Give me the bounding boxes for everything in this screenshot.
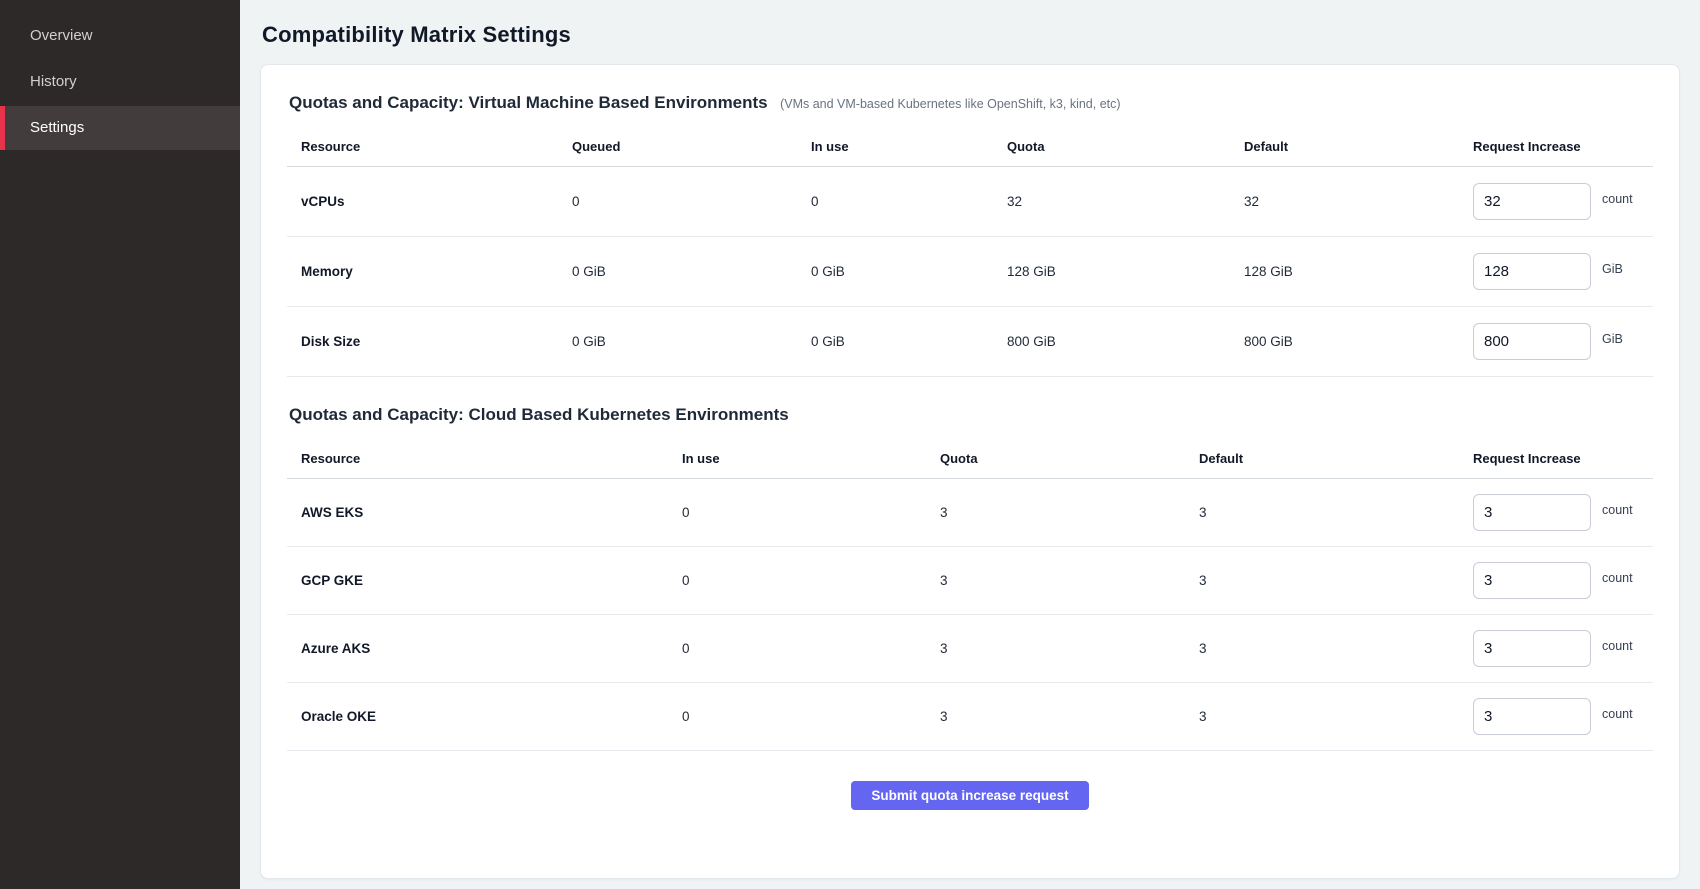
cell-quota: 3 [940,641,1199,656]
cell-quota: 128 GiB [1007,264,1244,279]
cell-quota: 3 [940,573,1199,588]
cell-default: 32 [1244,194,1473,209]
submit-area: Submit quota increase request [287,781,1653,810]
cloud-table-header-row: Resource In use Quota Default Request In… [287,439,1653,479]
column-header-request-increase: Request Increase [1473,139,1639,154]
vm-section-title: Quotas and Capacity: Virtual Machine Bas… [289,93,768,112]
column-header-request-increase: Request Increase [1473,451,1639,466]
cell-quota: 800 GiB [1007,334,1244,349]
vm-quota-table: Resource Queued In use Quota Default Req… [287,127,1653,377]
request-increase-cell: count [1473,494,1639,531]
cell-default: 3 [1199,641,1473,656]
app-window: Overview History Settings Compatibility … [0,0,1700,889]
cloud-section-header: Quotas and Capacity: Cloud Based Kuberne… [289,405,1653,425]
column-header-quota: Quota [940,451,1199,466]
cell-quota: 3 [940,505,1199,520]
oracle-oke-request-input[interactable] [1473,698,1591,735]
request-increase-cell: count [1473,562,1639,599]
resource-label: GCP GKE [301,573,682,588]
unit-label: count [1602,707,1633,721]
quota-settings-card: Quotas and Capacity: Virtual Machine Bas… [260,64,1680,879]
table-row-memory: Memory 0 GiB 0 GiB 128 GiB 128 GiB GiB [287,237,1653,307]
vm-section-subtitle: (VMs and VM-based Kubernetes like OpenSh… [780,97,1120,111]
cell-in-use: 0 [682,641,940,656]
column-header-in-use: In use [811,139,1007,154]
cloud-section-title: Quotas and Capacity: Cloud Based Kuberne… [289,405,789,424]
unit-label: count [1602,639,1633,653]
request-increase-cell: count [1473,698,1639,735]
sidebar: Overview History Settings [0,0,240,889]
table-row-oracle-oke: Oracle OKE 0 3 3 count [287,683,1653,751]
cell-default: 800 GiB [1244,334,1473,349]
disk-size-request-input[interactable] [1473,323,1591,360]
vm-section-header: Quotas and Capacity: Virtual Machine Bas… [289,93,1653,113]
gcp-gke-request-input[interactable] [1473,562,1591,599]
table-row-disk-size: Disk Size 0 GiB 0 GiB 800 GiB 800 GiB Gi… [287,307,1653,377]
cell-default: 3 [1199,709,1473,724]
sidebar-nav: Overview History Settings [0,14,240,150]
table-row-aws-eks: AWS EKS 0 3 3 count [287,479,1653,547]
table-row-vcpus: vCPUs 0 0 32 32 count [287,167,1653,237]
cloud-quota-table: Resource In use Quota Default Request In… [287,439,1653,751]
column-header-resource: Resource [301,451,682,466]
column-header-queued: Queued [572,139,811,154]
cell-quota: 32 [1007,194,1244,209]
cell-in-use: 0 GiB [811,264,1007,279]
cell-quota: 3 [940,709,1199,724]
unit-label: GiB [1602,262,1623,276]
column-header-in-use: In use [682,451,940,466]
submit-quota-request-button[interactable]: Submit quota increase request [851,781,1088,810]
column-header-quota: Quota [1007,139,1244,154]
sidebar-item-settings[interactable]: Settings [0,106,240,150]
unit-label: count [1602,503,1633,517]
unit-label: count [1602,571,1633,585]
request-increase-cell: GiB [1473,253,1639,290]
unit-label: GiB [1602,332,1623,346]
cell-in-use: 0 [682,505,940,520]
resource-label: vCPUs [301,194,572,209]
resource-label: Azure AKS [301,641,682,656]
column-header-resource: Resource [301,139,572,154]
request-increase-cell: GiB [1473,323,1639,360]
sidebar-item-overview[interactable]: Overview [0,14,240,58]
unit-label: count [1602,192,1633,206]
cell-queued: 0 [572,194,811,209]
cell-queued: 0 GiB [572,334,811,349]
vcpus-request-input[interactable] [1473,183,1591,220]
cell-in-use: 0 [682,709,940,724]
aws-eks-request-input[interactable] [1473,494,1591,531]
table-row-gcp-gke: GCP GKE 0 3 3 count [287,547,1653,615]
resource-label: Disk Size [301,334,572,349]
cell-in-use: 0 [811,194,1007,209]
cell-in-use: 0 [682,573,940,588]
sidebar-item-history[interactable]: History [0,60,240,104]
cell-default: 3 [1199,505,1473,520]
resource-label: AWS EKS [301,505,682,520]
request-increase-cell: count [1473,183,1639,220]
column-header-default: Default [1244,139,1473,154]
cell-default: 128 GiB [1244,264,1473,279]
page-title: Compatibility Matrix Settings [262,22,1680,48]
column-header-default: Default [1199,451,1473,466]
azure-aks-request-input[interactable] [1473,630,1591,667]
main-content: Compatibility Matrix Settings Quotas and… [240,0,1700,889]
memory-request-input[interactable] [1473,253,1591,290]
vm-table-header-row: Resource Queued In use Quota Default Req… [287,127,1653,167]
cell-queued: 0 GiB [572,264,811,279]
resource-label: Oracle OKE [301,709,682,724]
cell-in-use: 0 GiB [811,334,1007,349]
table-row-azure-aks: Azure AKS 0 3 3 count [287,615,1653,683]
resource-label: Memory [301,264,572,279]
request-increase-cell: count [1473,630,1639,667]
cell-default: 3 [1199,573,1473,588]
